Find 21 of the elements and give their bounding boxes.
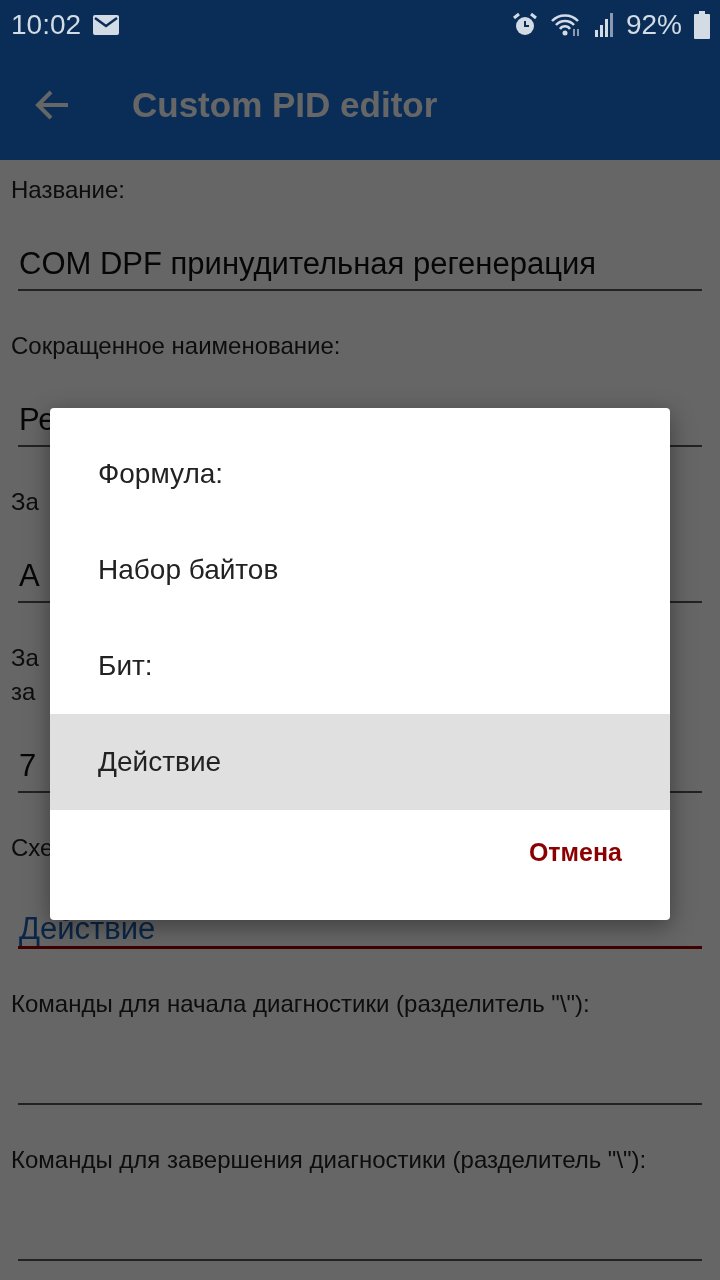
dialog-option[interactable]: Бит: xyxy=(50,618,670,714)
battery-icon xyxy=(694,11,710,39)
back-arrow-icon xyxy=(34,89,70,121)
dialog-option[interactable]: Набор байтов xyxy=(50,522,670,618)
alarm-icon xyxy=(511,12,538,38)
mail-icon xyxy=(93,15,120,35)
dialog-option[interactable]: Формула: xyxy=(50,426,670,522)
field-label: Название: xyxy=(11,175,125,205)
cancel-button[interactable]: Отмена xyxy=(510,818,640,887)
field-label: Сокращенное наименование: xyxy=(11,331,341,361)
clock-time: 10:02 xyxy=(11,9,82,41)
battery-percent: 92% xyxy=(625,9,682,41)
field-label: Команды для завершения диагностики (разделитель "\"): xyxy=(11,1145,647,1175)
signal-icon xyxy=(593,13,614,37)
screen-title: Custom PID editor xyxy=(132,85,438,125)
text-field[interactable]: COM DPF принудительная регенерация xyxy=(18,237,702,291)
field-label: Команды для начала диагностики (разделитель "\"): xyxy=(11,989,590,1019)
wifi-icon xyxy=(549,13,582,37)
field-label: За за xyxy=(11,643,39,707)
dialog-option[interactable]: Действие xyxy=(50,714,670,810)
field-label: За xyxy=(11,487,39,517)
